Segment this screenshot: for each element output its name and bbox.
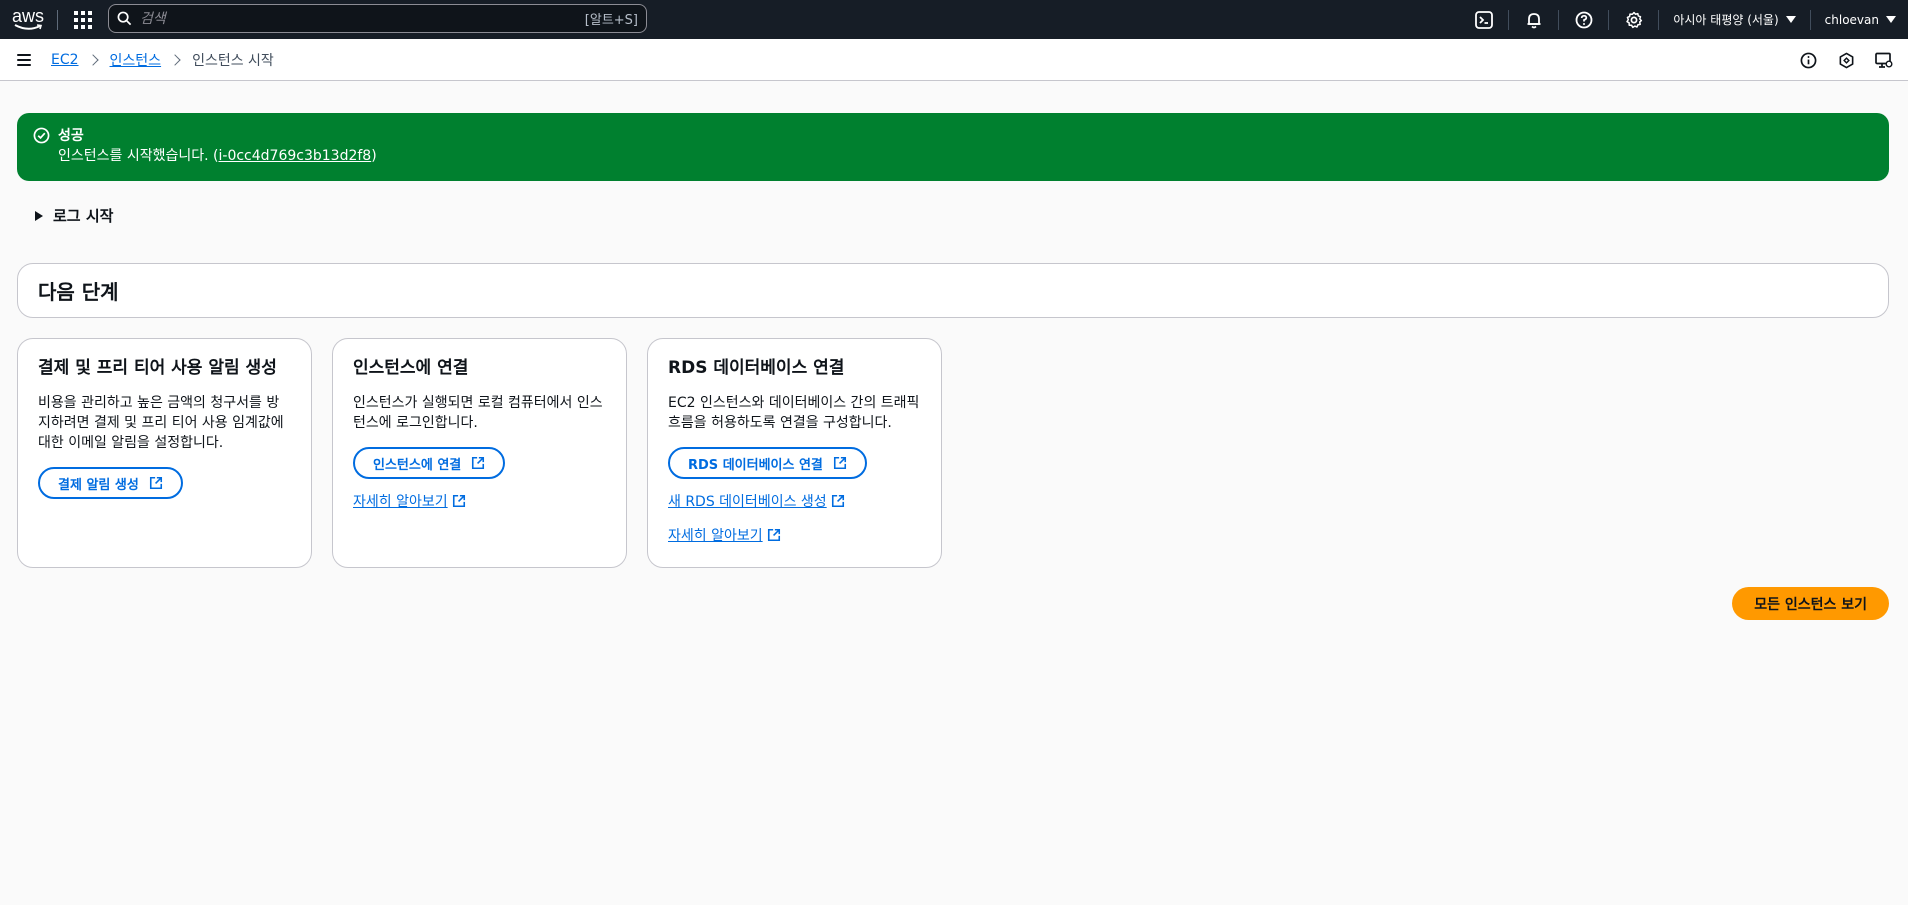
cloudshell-icon [1475,10,1494,29]
connect-rds-button[interactable]: RDS 데이터베이스 연결 [668,447,867,479]
external-link-icon [472,456,485,470]
notifications-button[interactable] [1509,0,1558,39]
search-icon [117,11,132,26]
hexagon-icon [1839,52,1853,68]
rds-connect-card: RDS 데이터베이스 연결 EC2 인스턴스와 데이터베이스 간의 트래픽 흐름… [647,338,942,568]
breadcrumb-ec2[interactable]: EC2 [51,52,79,68]
aws-smile-icon [14,23,43,30]
flash-message-text: 인스턴스를 시작했습니다. ( [58,148,219,164]
user-menu[interactable]: chloevan [1811,0,1908,39]
launch-log-expander[interactable]: 로그 시작 [35,205,113,226]
services-grid-icon[interactable] [73,10,93,30]
next-steps-header: 다음 단계 [17,263,1889,318]
search-bar[interactable]: [알트+S] [108,4,647,33]
check-circle-icon [33,127,50,144]
button-label: 인스턴스에 연결 [373,457,462,473]
card-description: 인스턴스가 실행되면 로컬 컴퓨터에서 인스턴스에 로그인합니다. [353,395,603,431]
breadcrumb-bar: EC2 인스턴스 인스턴스 시작 [0,39,1908,81]
aws-logo-text: aws [11,5,44,26]
button-label: 결제 알림 생성 [58,477,139,493]
connect-instance-button[interactable]: 인스턴스에 연결 [353,447,506,479]
launch-log-label: 로그 시작 [53,207,114,225]
user-label: chloevan [1824,12,1879,27]
link-label: 새 RDS 데이터베이스 생성 [668,494,827,510]
help-button[interactable] [1559,0,1608,39]
bell-icon [1527,12,1541,28]
display-settings-button[interactable] [1874,50,1894,70]
external-link-icon [452,494,465,508]
connect-instance-card: 인스턴스에 연결 인스턴스가 실행되면 로컬 컴퓨터에서 인스턴스에 로그인합니… [332,338,627,568]
card-title: RDS 데이터베이스 연결 [668,358,845,378]
cloudshell-button[interactable] [1459,0,1508,39]
view-all-instances-button[interactable]: 모든 인스턴스 보기 [1732,587,1889,620]
next-steps-title: 다음 단계 [38,280,119,304]
external-link-icon [833,456,846,470]
gear-icon [1626,11,1643,28]
info-icon [1800,52,1816,68]
chevron-right-icon [169,53,181,66]
card-title: 결제 및 프리 티어 사용 알림 생성 [38,358,277,378]
utility-icons [1798,39,1894,81]
external-link-icon [767,528,780,542]
external-link-icon [149,476,162,490]
nav-right: 아시아 태평양 (서울) chloevan [1459,0,1908,39]
card-title: 인스턴스에 연결 [353,358,469,378]
external-link-icon [831,494,844,508]
aws-logo[interactable]: aws [10,7,46,33]
link-label: 자세히 알아보기 [353,494,448,510]
search-shortcut: [알트+S] [584,13,638,28]
card-description: EC2 인스턴스와 데이터베이스 간의 트래픽 흐름을 허용하도록 연결을 구성… [668,395,920,431]
create-rds-database-link[interactable]: 새 RDS 데이터베이스 생성 [668,491,845,511]
help-icon [1575,11,1593,28]
next-steps-cards: 결제 및 프리 티어 사용 알림 생성 비용을 관리하고 높은 금액의 청구서를… [17,338,942,568]
menu-icon[interactable] [17,53,31,66]
caret-down-icon [1785,16,1796,23]
breadcrumb-instances[interactable]: 인스턴스 [110,50,162,70]
learn-more-link[interactable]: 자세히 알아보기 [668,525,781,545]
create-billing-alert-button[interactable]: 결제 알림 생성 [38,467,183,499]
ai-assistant-button[interactable] [1836,50,1856,70]
caret-down-icon [1886,16,1896,23]
monitor-settings-icon [1875,52,1893,68]
flash-title: 성공 [58,128,84,144]
flash-message: 인스턴스를 시작했습니다. (i-0cc4d769c3b13d2f8) [58,146,377,166]
settings-button[interactable] [1609,0,1658,39]
success-flashbar: 성공 인스턴스를 시작했습니다. (i-0cc4d769c3b13d2f8) [17,113,1889,181]
region-selector[interactable]: 아시아 태평양 (서울) [1659,0,1809,39]
card-actions: RDS 데이터베이스 연결 새 RDS 데이터베이스 생성 자세히 알아보기 [668,447,921,545]
card-description: 비용을 관리하고 높은 금액의 청구서를 방지하려면 결제 및 프리 티어 사용… [38,395,284,451]
breadcrumb-current: 인스턴스 시작 [192,52,274,69]
learn-more-link[interactable]: 자세히 알아보기 [353,491,466,511]
top-navigation: aws [알트+S] [0,0,1908,39]
info-button[interactable] [1798,50,1818,70]
instance-id-link[interactable]: i-0cc4d769c3b13d2f8 [219,148,372,164]
caret-right-icon [35,210,43,221]
link-label: 자세히 알아보기 [668,528,763,544]
breadcrumb: EC2 인스턴스 인스턴스 시작 [51,50,274,70]
button-label: RDS 데이터베이스 연결 [688,457,823,473]
card-actions: 인스턴스에 연결 자세히 알아보기 [353,447,606,511]
search-input[interactable] [140,10,585,27]
nav-divider [57,9,58,30]
flash-message-suffix: ) [371,148,377,164]
billing-alert-card: 결제 및 프리 티어 사용 알림 생성 비용을 관리하고 높은 금액의 청구서를… [17,338,312,568]
region-label: 아시아 태평양 (서울) [1673,13,1779,27]
chevron-right-icon [86,53,99,66]
